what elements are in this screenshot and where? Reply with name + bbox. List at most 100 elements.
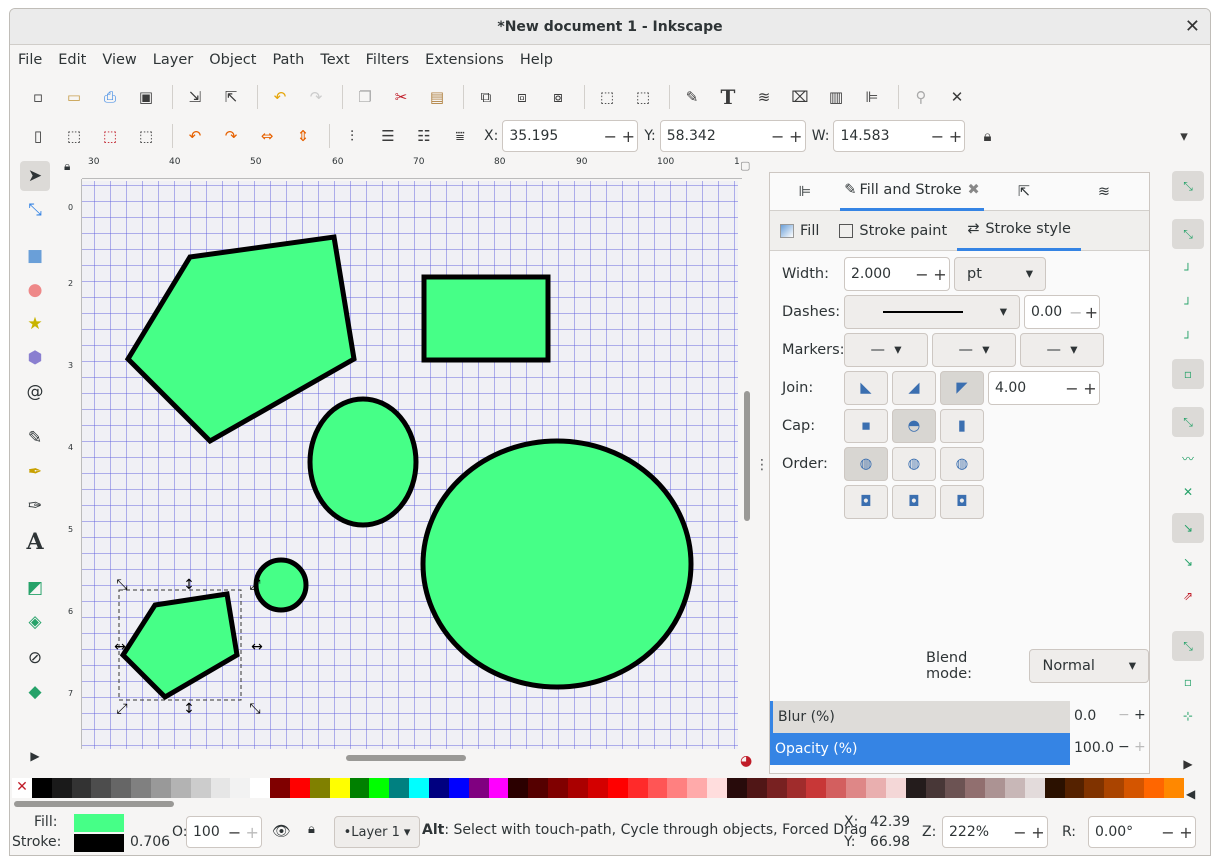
snap-toggle-icon[interactable]: ⤡ (1172, 171, 1204, 201)
open-folder-icon[interactable]: ▭ (58, 81, 90, 113)
order-fill-markers-stroke-icon[interactable]: ◍ (940, 447, 984, 481)
color-wheel-icon[interactable]: ◕ (740, 753, 752, 769)
close-window-button[interactable]: ✕ (1185, 9, 1200, 45)
canvas-horizontal-scrollbar[interactable] (82, 749, 742, 769)
cut-icon[interactable]: ✂ (385, 81, 417, 113)
import-icon[interactable]: ⇲ (179, 81, 211, 113)
butt-cap-icon[interactable]: ▪ (844, 409, 888, 443)
duplicate-icon[interactable]: ⧉ (470, 81, 502, 113)
order-stroke-fill-markers-icon[interactable]: ◍ (892, 447, 936, 481)
opacity-decrement[interactable]: − (1118, 739, 1130, 755)
blend-mode-dropdown[interactable]: Normal ▾ (1029, 649, 1149, 683)
dash-offset-value[interactable]: 0.00 (1025, 304, 1068, 320)
subtab-stroke-style[interactable]: ⇄ Stroke style (957, 211, 1081, 251)
dash-offset-spinbox[interactable]: 0.00 − + (1024, 295, 1100, 329)
large-circle-shape[interactable] (420, 438, 694, 690)
tab-fill-and-stroke[interactable]: ✎ Fill and Stroke ✖ (840, 173, 984, 211)
stroke-width-value[interactable]: 0.706 (130, 834, 170, 850)
y-increment[interactable]: + (787, 127, 805, 146)
snap-bbox-edges-icon[interactable]: ┘ (1172, 255, 1204, 285)
dock-handle-icon[interactable]: ⋮ (755, 457, 769, 473)
star-tool-icon[interactable]: ★ (20, 309, 50, 339)
pencil-tool-icon[interactable]: ✎ (20, 423, 50, 453)
drawing-canvas[interactable]: ⤡ ↕ ⤢ ↔ ↔ ⤢ ↕ ⤡ (82, 181, 738, 749)
text-tool-icon[interactable]: A (20, 527, 50, 557)
unlink-clone-icon[interactable]: ⧇ (542, 81, 574, 113)
selector-tool-icon[interactable]: ➤ (20, 161, 50, 191)
miter-limit-decrement[interactable]: − (1063, 379, 1081, 398)
menu-view[interactable]: View (102, 52, 136, 68)
print-icon[interactable]: ⎙ (94, 81, 126, 113)
fill-indicator-swatch[interactable] (74, 814, 124, 832)
snap-nodes-icon[interactable]: ⤡ (1172, 407, 1204, 437)
menu-path[interactable]: Path (272, 52, 304, 68)
menu-text[interactable]: Text (320, 52, 349, 68)
ellipse-shape[interactable] (307, 396, 419, 528)
menu-extensions[interactable]: Extensions (425, 52, 504, 68)
dash-offset-decrement[interactable]: − (1068, 303, 1083, 322)
toggle-visibility-icon[interactable]: 👁︎ (272, 822, 291, 840)
round-cap-icon[interactable]: ◓ (892, 409, 936, 443)
y-spinbox[interactable]: 58.342 − + (659, 120, 806, 152)
toolbox-expand-icon[interactable]: ▶ (20, 741, 50, 771)
w-increment[interactable]: + (946, 127, 964, 146)
zoom-increment[interactable]: + (1029, 823, 1047, 842)
spiral-tool-icon[interactable]: @ (20, 377, 50, 407)
subtab-fill[interactable]: Fill (770, 211, 829, 251)
text-font-icon[interactable]: T (712, 81, 744, 113)
blur-decrement[interactable]: − (1118, 707, 1130, 723)
tab-layers-icon[interactable]: ≋ (1064, 173, 1144, 211)
palette-scrollbar[interactable] (12, 799, 1184, 809)
width-value[interactable]: 2.000 (845, 266, 913, 282)
status-opacity-decrement[interactable]: − (226, 823, 244, 842)
lock-proportions-icon[interactable]: 🔒︎ (971, 120, 1003, 152)
snap-bbox-midpoints-icon[interactable]: ┘ (1172, 323, 1204, 353)
width-increment[interactable]: + (931, 265, 949, 284)
dash-pattern-dropdown[interactable]: ▾ (844, 295, 1020, 329)
x-spinbox[interactable]: 35.195 − + (502, 120, 639, 152)
x-increment[interactable]: + (619, 127, 637, 146)
dropper-tool-icon[interactable]: ⊘ (20, 643, 50, 673)
snap-bbox-icon[interactable]: ⤡ (1172, 219, 1204, 249)
width-spinbox[interactable]: 2.000 − + (844, 257, 950, 291)
rectangle-tool-icon[interactable]: ■ (20, 241, 50, 271)
palette-none-swatch[interactable]: ✕ (12, 778, 32, 798)
y-decrement[interactable]: − (769, 127, 787, 146)
node-tool-icon[interactable]: ⤡ (20, 195, 50, 225)
xml-editor-icon[interactable]: ⌧ (784, 81, 816, 113)
palette-menu-icon[interactable]: ◀ (1186, 787, 1195, 801)
calligraphy-tool-icon[interactable]: ✑ (20, 491, 50, 521)
rotate-ccw-icon[interactable]: ↶ (179, 120, 211, 152)
width-decrement[interactable]: − (913, 265, 931, 284)
select-all-layers-icon[interactable]: ⬚ (58, 120, 90, 152)
document-properties-icon[interactable]: ▥ (820, 81, 852, 113)
mid-marker-dropdown[interactable]: — ▾ (932, 333, 1016, 367)
select-all-icon[interactable]: ▯ (22, 120, 54, 152)
width-unit-dropdown[interactable]: pt ▾ (954, 257, 1046, 291)
color-palette[interactable]: ✕ (12, 778, 1184, 798)
document-preferences-icon[interactable]: ⚲ (905, 81, 937, 113)
miter-limit-spinbox[interactable]: 4.00 − + (988, 371, 1100, 405)
snap-smooth-nodes-icon[interactable]: ↘ (1172, 547, 1204, 577)
x-value[interactable]: 35.195 (503, 128, 601, 144)
close-tab-icon[interactable]: ✖ (968, 182, 980, 198)
layers-icon[interactable]: ≋ (748, 81, 780, 113)
snap-bbox-centers-icon[interactable]: ▫ (1172, 359, 1204, 389)
color-managed-view-icon[interactable]: ▢ (740, 159, 750, 172)
menu-edit[interactable]: Edit (58, 52, 86, 68)
3d-box-tool-icon[interactable]: ⬢ (20, 343, 50, 373)
snap-object-centers-icon[interactable]: ▫ (1172, 667, 1204, 697)
tab-align-icon[interactable]: ⊫ (770, 173, 840, 211)
small-circle-shape[interactable] (253, 557, 309, 613)
start-marker-dropdown[interactable]: — ▾ (844, 333, 928, 367)
save-icon[interactable]: ▣ (130, 81, 162, 113)
order-fill-stroke-markers-icon[interactable]: ◍ (844, 447, 888, 481)
snap-rotation-centers-icon[interactable]: ⊹ (1172, 701, 1204, 731)
snap-bar-expand-icon[interactable]: ▶ (1172, 749, 1204, 779)
dash-offset-increment[interactable]: + (1084, 303, 1099, 322)
clone-icon[interactable]: ⧈ (506, 81, 538, 113)
bevel-join-icon[interactable]: ◣ (844, 371, 888, 405)
rotation-increment[interactable]: + (1177, 823, 1195, 842)
miter-limit-increment[interactable]: + (1081, 379, 1099, 398)
rotation-value[interactable]: 0.00° (1089, 824, 1159, 840)
